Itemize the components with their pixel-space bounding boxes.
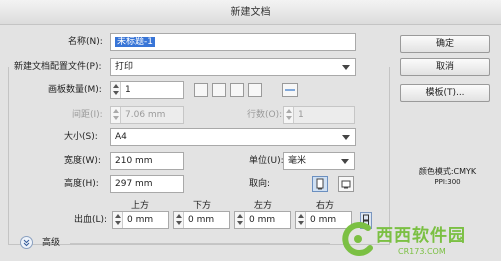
height-label: 高度(H): xyxy=(64,179,99,189)
advanced-expand-icon[interactable] xyxy=(20,236,33,249)
bleed-top-input[interactable]: 0 mm xyxy=(112,211,169,229)
orientation-label: 取向: xyxy=(249,179,271,189)
portrait-orientation-icon[interactable] xyxy=(312,176,328,192)
columns-input[interactable]: 1 xyxy=(283,106,355,124)
artboard-count-stepper[interactable] xyxy=(111,82,121,98)
units-value: 毫米 xyxy=(288,156,307,166)
bleed-left-stepper[interactable] xyxy=(235,212,245,228)
width-value: 210 mm xyxy=(115,156,153,166)
artboard-count-value: 1 xyxy=(125,85,131,95)
spacing-input[interactable]: 7.06 mm xyxy=(110,106,184,124)
height-input[interactable]: 297 mm xyxy=(110,175,184,193)
cancel-button[interactable]: 取消 xyxy=(400,58,490,76)
bleed-right-value: 0 mm xyxy=(310,215,337,225)
spacing-stepper[interactable] xyxy=(111,107,121,123)
grid-by-column-icon[interactable] xyxy=(212,83,226,97)
ok-button[interactable]: 确定 xyxy=(400,35,490,53)
ppi-text: PPI:300 xyxy=(434,178,461,186)
grid-by-row-icon[interactable] xyxy=(194,83,208,97)
name-label: 名称(N): xyxy=(68,37,103,47)
size-select[interactable]: A4 xyxy=(110,128,356,146)
width-input[interactable]: 210 mm xyxy=(110,152,184,170)
height-value: 297 mm xyxy=(115,179,153,189)
templates-button[interactable]: 模板(T)... xyxy=(400,84,490,102)
right-to-left-layout-icon[interactable] xyxy=(282,83,298,97)
advanced-divider xyxy=(70,243,330,244)
artboard-count-input[interactable]: 1 xyxy=(110,81,184,99)
name-input[interactable]: 未标题-1 xyxy=(110,33,356,51)
advanced-label[interactable]: 高级 xyxy=(42,234,60,252)
bleed-bottom-stepper[interactable] xyxy=(174,212,184,228)
arrange-by-column-icon[interactable] xyxy=(248,83,262,97)
dialog-title: 新建文档 xyxy=(0,0,501,25)
bleed-left-value: 0 mm xyxy=(249,215,276,225)
bleed-left-input[interactable]: 0 mm xyxy=(234,211,291,229)
watermark-logo-icon xyxy=(338,220,378,258)
units-select[interactable]: 毫米 xyxy=(283,152,355,170)
landscape-orientation-icon[interactable] xyxy=(338,176,354,192)
columns-label: 行数(O): xyxy=(247,110,283,120)
watermark-url: CR173.COM xyxy=(398,247,446,256)
bleed-bottom-value: 0 mm xyxy=(188,215,215,225)
color-mode-text: 颜色模式:CMYK xyxy=(418,167,477,176)
spacing-value: 7.06 mm xyxy=(125,110,166,120)
bleed-bottom-input[interactable]: 0 mm xyxy=(173,211,230,229)
bleed-top-stepper[interactable] xyxy=(113,212,123,228)
arrange-by-row-icon[interactable] xyxy=(230,83,244,97)
watermark-text: 西西软件园 xyxy=(376,226,466,246)
bleed-right-stepper[interactable] xyxy=(296,212,306,228)
bleed-label: 出血(L): xyxy=(74,215,108,225)
artboard-count-label: 画板数量(M): xyxy=(48,85,102,95)
name-value: 未标题-1 xyxy=(115,37,155,47)
size-label: 大小(S): xyxy=(64,132,98,142)
size-value: A4 xyxy=(115,132,127,142)
width-label: 宽度(W): xyxy=(64,156,101,166)
columns-stepper[interactable] xyxy=(284,107,294,123)
spacing-label: 间距(I): xyxy=(72,110,103,120)
bleed-top-value: 0 mm xyxy=(127,215,154,225)
columns-value: 1 xyxy=(298,110,304,120)
units-label: 单位(U): xyxy=(249,156,284,166)
